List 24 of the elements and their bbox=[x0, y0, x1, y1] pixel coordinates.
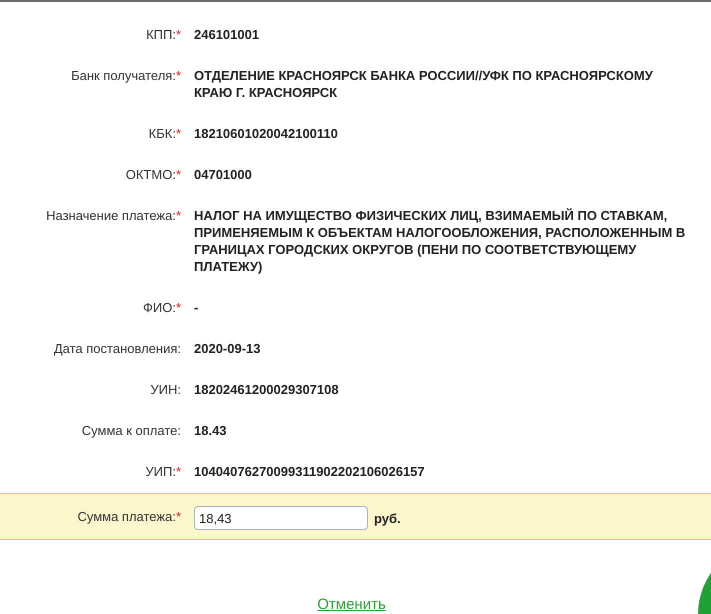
field-value: 18.43 bbox=[194, 422, 228, 439]
field-label: ФИО:* bbox=[142, 299, 181, 316]
field-label: ОКТМО:* bbox=[126, 166, 181, 183]
field-value: - bbox=[194, 299, 200, 316]
field-value: 18210601020042100110 bbox=[194, 125, 339, 142]
currency-unit: руб. bbox=[374, 510, 401, 526]
field-value: ОТДЕЛЕНИЕ КРАСНОЯРСК БАНКА РОССИИ//УФК ПО КРАСНОЯРСКОМУ КРАЮ Г. КРАСНОЯРСК bbox=[194, 67, 654, 101]
field-label: УИП:* bbox=[145, 463, 181, 480]
field-value: 18202461200029307108 bbox=[194, 381, 340, 398]
field-value: 2020-09-13 bbox=[194, 340, 262, 357]
amount-input[interactable]: 18,43 bbox=[194, 506, 368, 530]
field-label: КПП:* bbox=[146, 26, 181, 43]
round-button[interactable] bbox=[698, 573, 711, 614]
field-label: Назначение платежа:* bbox=[46, 207, 181, 224]
field-label: Дата постановления: bbox=[54, 340, 181, 357]
field-label: Сумма к оплате: bbox=[82, 422, 181, 439]
field-label: КБК:* bbox=[148, 125, 181, 142]
field-label: Сумма платежа:* bbox=[77, 508, 181, 525]
field-label: Банк получателя:* bbox=[71, 67, 181, 84]
field-value: 246101001 bbox=[194, 26, 260, 43]
field-value: НАЛОГ НА ИМУЩЕСТВО ФИЗИЧЕСКИХ ЛИЦ, ВЗИМАЕМЫЙ ПО СТАВКАМ, ПРИМЕНЯЕМЫМ К ОБЪЕКТАМ НАЛОГООБЛОЖЕНИЯ, РАСПОЛОЖЕННЫМ В ГРАНИЦАХ ГОРОДСКИХ ОКРУГОВ (ПЕНИ ПО СООТВЕТСТВУЮЩЕМУ ПЛАТЕЖУ) bbox=[194, 207, 686, 275]
field-value: 04701000 bbox=[194, 166, 253, 183]
field-value: 10404076270099311902202106026157 bbox=[194, 463, 426, 480]
field-label: УИН: bbox=[150, 381, 181, 398]
